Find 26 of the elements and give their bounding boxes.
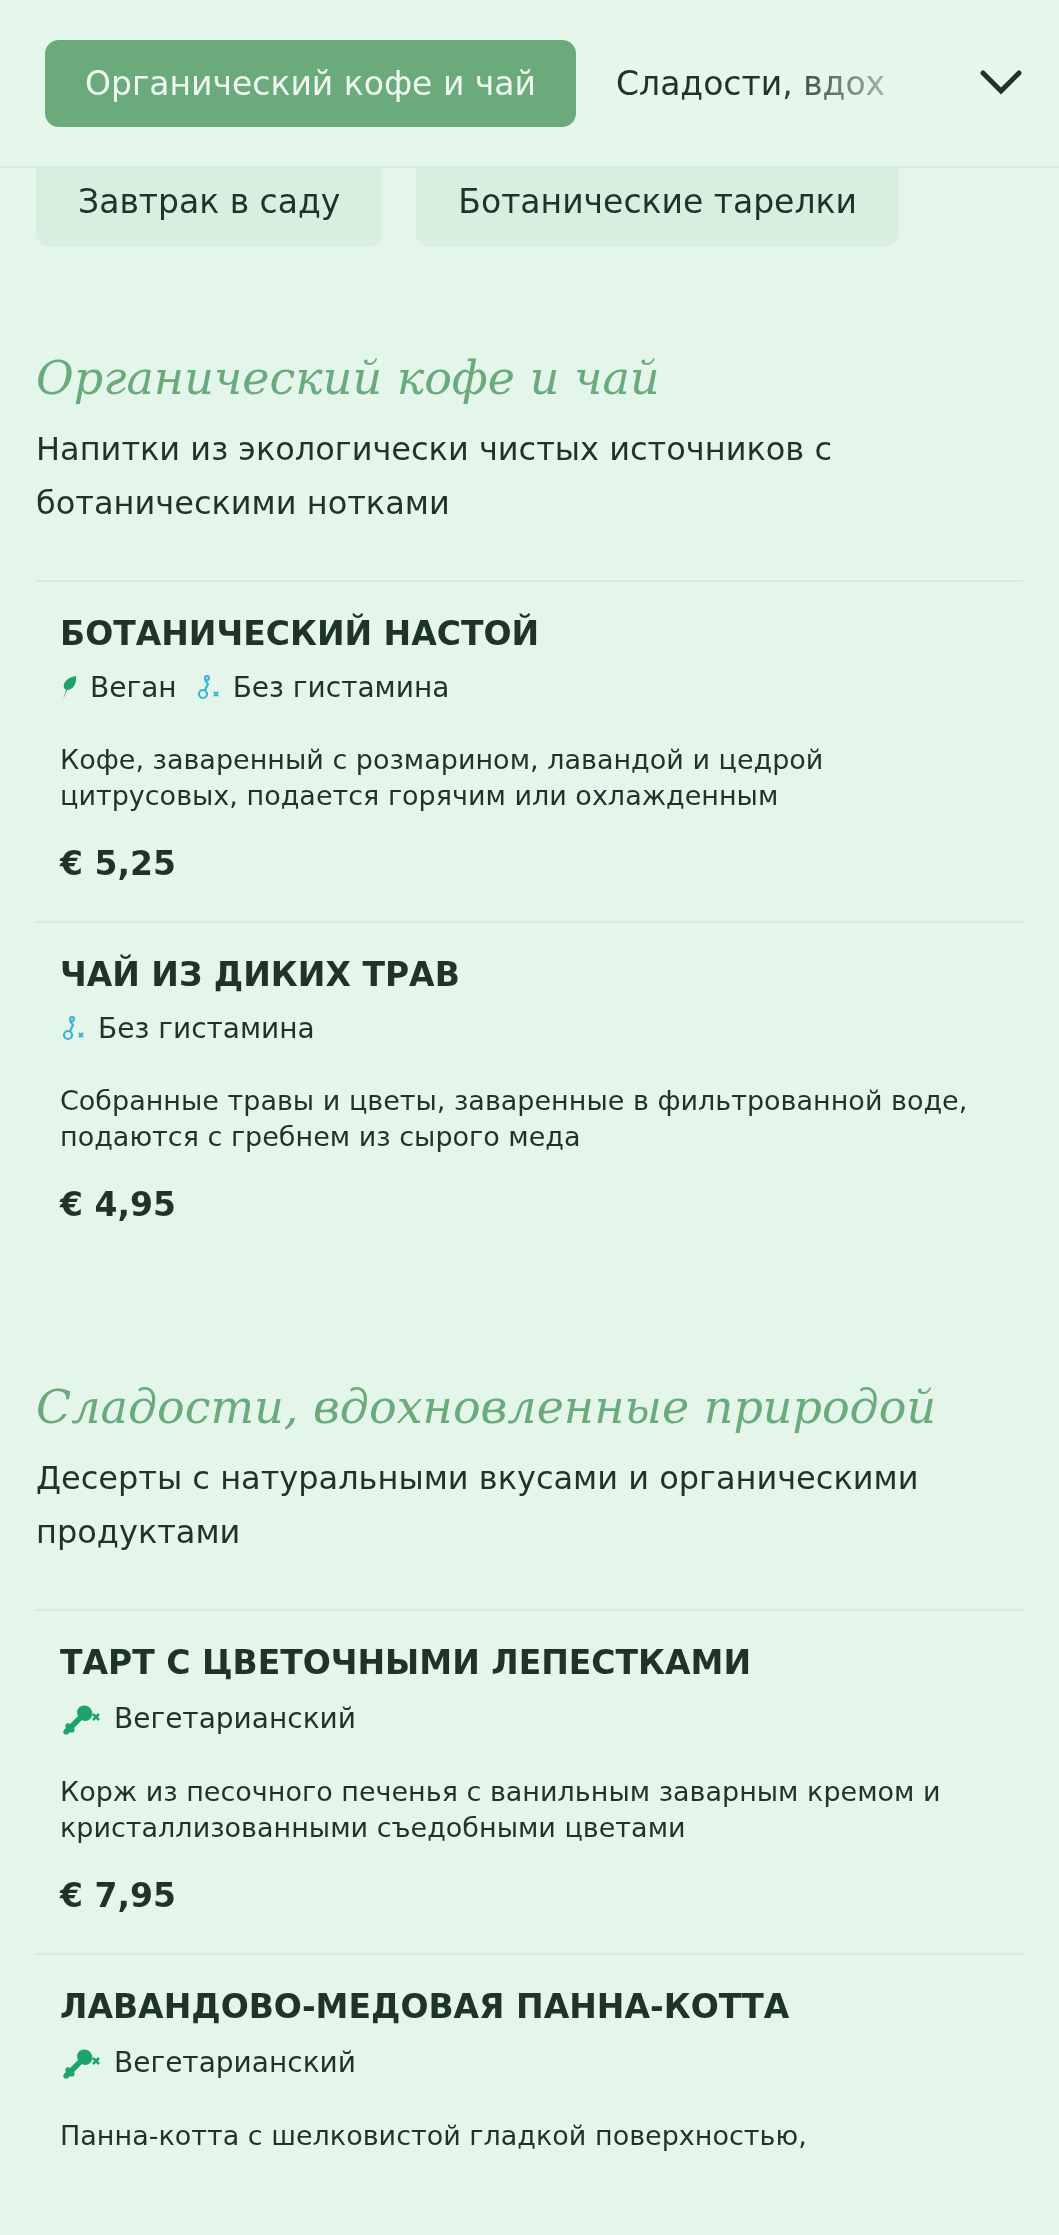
section-description: Напитки из экологически чистых источников с ботаническими нотками: [36, 429, 833, 525]
category-chip[interactable]: Ботанические тарелки: [416, 168, 899, 247]
dish-name: ЧАЙ ИЗ ДИКИХ ТРАВ: [60, 955, 461, 995]
diet-label: Веган: [90, 671, 177, 705]
category-chip[interactable]: Завтрак в саду: [36, 168, 383, 247]
dish-description: Кофе, заваренный с розмарином, лавандой и цедрой цитрусовых, подается горячим или охлажденным: [60, 743, 825, 814]
section-title: Органический кофе и чай: [36, 351, 661, 407]
molecule-icon: [60, 1015, 86, 1042]
diet-label: Без гистамина: [98, 1012, 315, 1046]
leaf-icon: [60, 674, 78, 701]
section-title: Сладости, вдохновленные природой: [36, 1380, 938, 1436]
dish-price: € 7,95: [60, 1876, 177, 1916]
dish-name: ТАРТ С ЦВЕТОЧНЫМИ ЛЕПЕСТКАМИ: [60, 1643, 753, 1683]
dish-description: Панна-котта с шелковистой гладкой поверхностью,: [60, 2119, 808, 2154]
diet-label: Вегетарианский: [114, 2045, 356, 2079]
section-description: Десерты с натуральными вкусами и органическими продуктами: [36, 1458, 920, 1554]
diet-label: Без гистамина: [232, 671, 450, 705]
dish-price: € 5,25: [60, 844, 177, 884]
dish-name: БОТАНИЧЕСКИЙ НАСТОЙ: [60, 614, 541, 654]
dish-description: Собранные травы и цветы, заваренные в фильтрованной воде, подаются с гребнем из сырого меда: [60, 1084, 969, 1155]
dish-price: € 4,95: [60, 1185, 177, 1225]
dish-name: ЛАВАНДОВО-МЕДОВАЯ ПАННА-КОТТА: [60, 1987, 791, 2027]
diet-label: Вегетарианский: [114, 1701, 356, 1735]
dish-description: Корж из песочного печенья с ванильным заварным кремом и кристаллизованными съедобными цветами: [60, 1775, 942, 1846]
category-tab[interactable]: Сладости, вдох: [616, 39, 886, 127]
chevron-down-icon[interactable]: [979, 69, 1023, 97]
